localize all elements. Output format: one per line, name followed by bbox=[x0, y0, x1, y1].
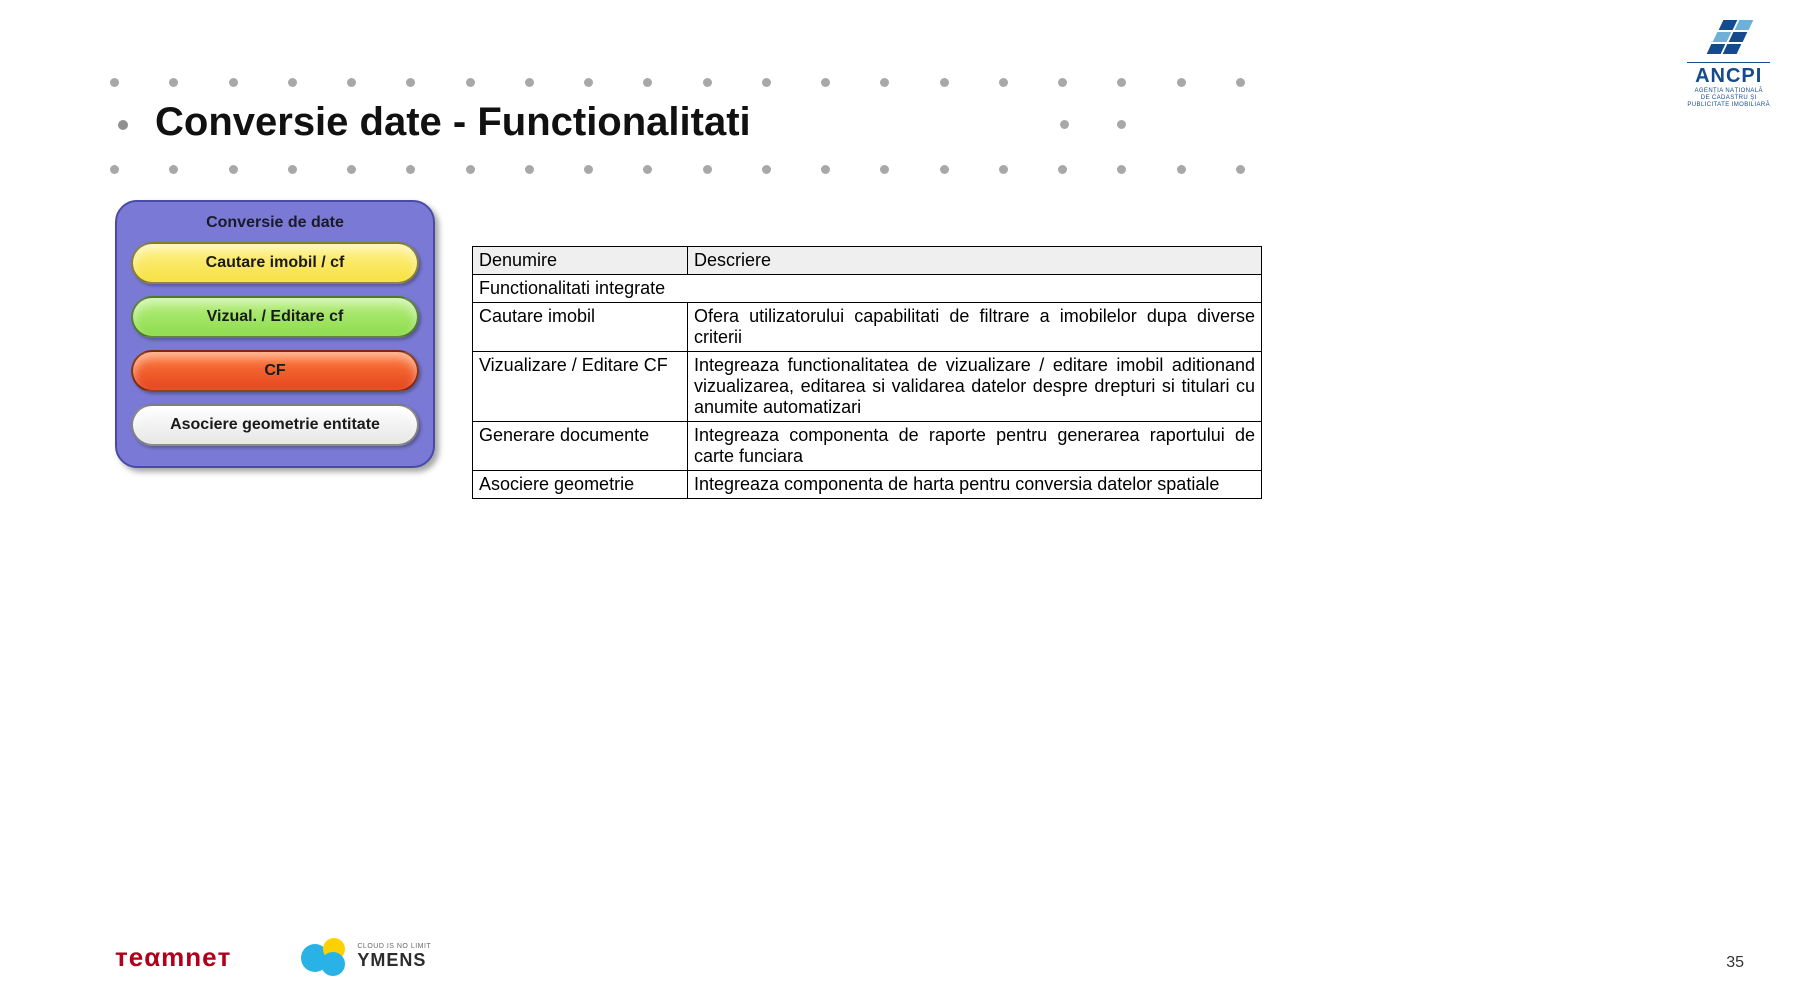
decorative-dots-title-right bbox=[1060, 120, 1126, 129]
page-title: Conversie date - Functionalitati bbox=[155, 100, 751, 145]
panel-title: Conversie de date bbox=[131, 214, 419, 232]
teamnet-logo: тeαmneт bbox=[115, 942, 231, 973]
panel-pill-cf: CF bbox=[131, 350, 419, 392]
table-cell-r1c1: Integreaza functionalitatea de vizualiza… bbox=[688, 352, 1262, 422]
table-header-denumire: Denumire bbox=[473, 247, 688, 275]
ancpi-logo-icon bbox=[1701, 20, 1756, 58]
table-section-header: Functionalitati integrate bbox=[473, 275, 1262, 303]
functionalitati-table: Denumire Descriere Functionalitati integ… bbox=[472, 246, 1262, 499]
ymens-name: YMENS bbox=[357, 950, 431, 971]
conversie-panel: Conversie de date Cautare imobil / cf Vi… bbox=[115, 200, 435, 468]
panel-pill-asociere: Asociere geometrie entitate bbox=[131, 404, 419, 446]
table-header-descriere: Descriere bbox=[688, 247, 1262, 275]
panel-pill-vizual: Vizual. / Editare cf bbox=[131, 296, 419, 338]
table-cell-r3c1: Integreaza componenta de harta pentru co… bbox=[688, 471, 1262, 499]
ancpi-logo-sub3: PUBLICITATE IMOBILIARĂ bbox=[1687, 102, 1770, 109]
ymens-tagline: CLOUD IS NO LIMIT bbox=[357, 943, 431, 950]
title-bullet-icon bbox=[118, 120, 128, 130]
ancpi-logo: ANCPI AGENȚIA NAȚIONALĂ DE CADASTRU ȘI P… bbox=[1687, 20, 1770, 110]
page-number: 35 bbox=[1726, 954, 1744, 972]
table-cell-r2c0: Generare documente bbox=[473, 422, 688, 471]
decorative-dots-top bbox=[110, 78, 1245, 87]
table-cell-r2c1: Integreaza componenta de raporte pentru … bbox=[688, 422, 1262, 471]
panel-pill-cautare: Cautare imobil / cf bbox=[131, 242, 419, 284]
decorative-dots-bottom bbox=[110, 165, 1245, 174]
table-cell-r0c1: Ofera utilizatorului capabilitati de fil… bbox=[688, 303, 1262, 352]
table-cell-r3c0: Asociere geometrie bbox=[473, 471, 688, 499]
ancpi-logo-sub1: AGENȚIA NAȚIONALĂ bbox=[1687, 88, 1770, 95]
ancpi-logo-name: ANCPI bbox=[1687, 62, 1770, 88]
bottom-logo-bar: тeαmneт CLOUD IS NO LIMIT YMENS bbox=[115, 938, 431, 976]
table-cell-r0c0: Cautare imobil bbox=[473, 303, 688, 352]
table-cell-r1c0: Vizualizare / Editare CF bbox=[473, 352, 688, 422]
ymens-cloud-icon bbox=[301, 938, 351, 976]
ymens-logo: CLOUD IS NO LIMIT YMENS bbox=[301, 938, 431, 976]
